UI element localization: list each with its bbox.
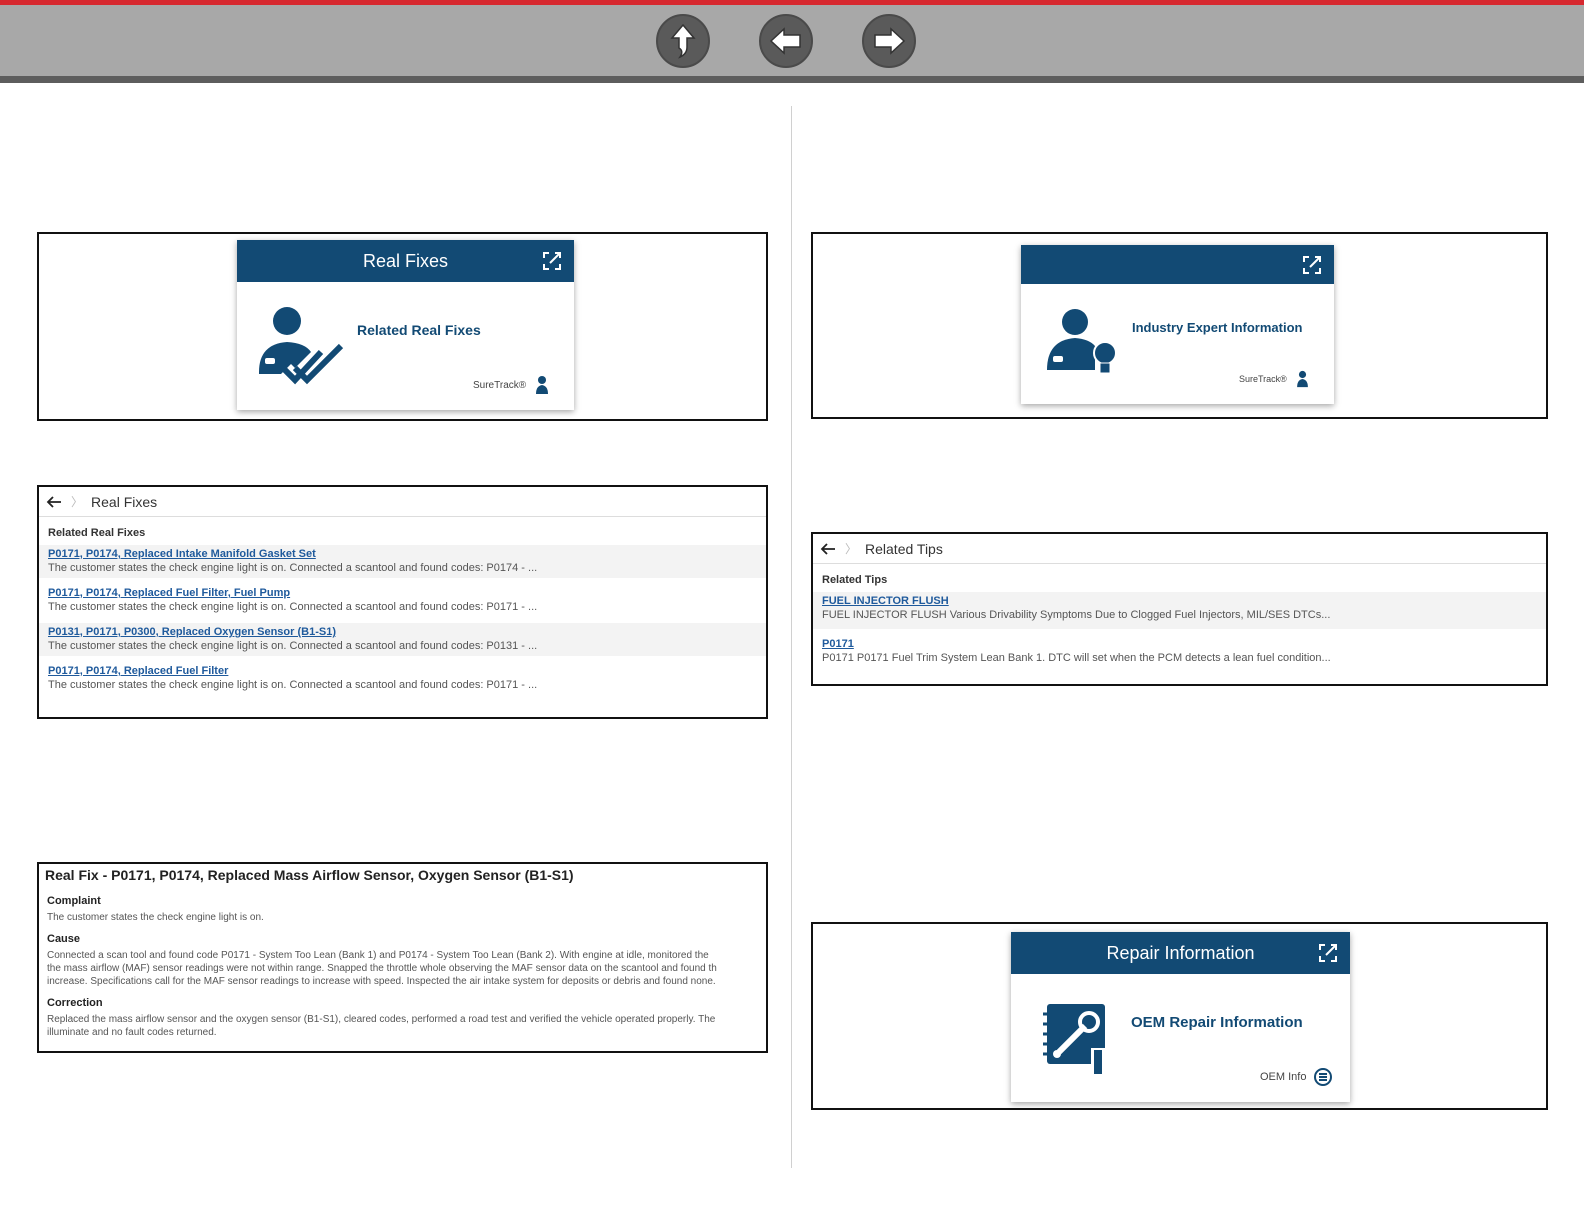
up-arrow-icon xyxy=(670,23,696,59)
suretrack-icon xyxy=(536,376,549,394)
back-arrow-icon[interactable] xyxy=(45,495,63,509)
repair-card-heading: Repair Information xyxy=(1106,942,1255,963)
repair-manual-icon xyxy=(1043,1004,1105,1076)
suretrack-label: SureTrack® xyxy=(1239,374,1287,384)
back-arrow-icon[interactable] xyxy=(819,542,837,556)
cause-text-line-1: Connected a scan tool and found code P01… xyxy=(47,950,709,961)
real-fix-link[interactable]: P0171, P0174, Replaced Fuel Filter xyxy=(48,665,757,677)
breadcrumb-separator-icon: 〉 xyxy=(845,542,858,556)
real-fixes-card-frame: Real Fixes Related Real Fixes SureTrack® xyxy=(37,232,768,421)
list-item: P0171, P0174, Replaced Intake Manifold G… xyxy=(39,545,766,578)
repair-card-footer: OEM Info xyxy=(1260,1068,1333,1086)
tip-link[interactable]: FUEL INJECTOR FLUSH xyxy=(822,595,1537,607)
real-fix-title: Real Fix - P0171, P0174, Replaced Mass A… xyxy=(45,867,574,883)
tip-link[interactable]: P0171 xyxy=(822,638,1537,650)
technician-checkmark-icon xyxy=(259,307,344,385)
section-heading: Related Real Fixes xyxy=(48,527,146,539)
expert-card-frame: Industry Expert Information SureTrack® xyxy=(811,232,1548,419)
right-arrow-icon xyxy=(874,27,906,55)
tip-description: P0171 P0171 Fuel Trim System Lean Bank 1… xyxy=(822,652,1331,664)
list-item: P0171, P0174, Replaced Fuel Filter The c… xyxy=(39,662,766,695)
repair-card-frame: Repair Information OEM Repair Informatio… xyxy=(811,922,1548,1110)
cause-text-line-3: increase. Specifications call for the MA… xyxy=(47,976,716,987)
column-divider xyxy=(791,106,792,1168)
tips-list-frame: 〉 Related Tips Related Tips FUEL INJECTO… xyxy=(811,532,1548,686)
breadcrumb-separator-icon: 〉 xyxy=(71,495,84,509)
oem-info-label: OEM Info xyxy=(1260,1071,1307,1083)
suretrack-icon xyxy=(1296,370,1308,388)
real-fix-description: The customer states the check engine lig… xyxy=(48,679,538,691)
real-fix-link[interactable]: P0131, P0171, P0300, Replaced Oxygen Sen… xyxy=(48,626,757,638)
correction-heading: Correction xyxy=(47,997,103,1009)
industry-expert-card[interactable]: Industry Expert Information SureTrack® xyxy=(1021,245,1334,404)
repair-information-card[interactable]: Repair Information OEM Repair Informatio… xyxy=(1011,932,1350,1102)
real-fixes-card-footer: SureTrack® xyxy=(473,375,550,395)
repair-card-header: Repair Information xyxy=(1011,932,1350,974)
real-fix-detail-frame: Real Fix - P0171, P0174, Replaced Mass A… xyxy=(37,862,768,1053)
correction-text-line-2: illuminate and no fault codes returned. xyxy=(47,1027,217,1038)
expand-icon[interactable] xyxy=(1302,255,1322,275)
list-item: FUEL INJECTOR FLUSH FUEL INJECTOR FLUSH … xyxy=(813,592,1546,629)
top-nav-bar xyxy=(0,0,1584,83)
real-fix-description: The customer states the check engine lig… xyxy=(48,640,538,652)
top-bar-bottom-line xyxy=(0,76,1584,83)
left-arrow-icon xyxy=(769,27,801,55)
real-fixes-card-header: Real Fixes xyxy=(237,240,574,282)
breadcrumb: 〉 Related Tips xyxy=(813,534,1546,564)
list-item: P0171 P0171 P0171 Fuel Trim System Lean … xyxy=(813,635,1546,668)
expand-icon[interactable] xyxy=(1318,943,1338,963)
correction-text-line-1: Replaced the mass airflow sensor and the… xyxy=(47,1014,716,1025)
real-fix-link[interactable]: P0171, P0174, Replaced Fuel Filter, Fuel… xyxy=(48,587,757,599)
real-fixes-card-title: Related Real Fixes xyxy=(357,322,481,338)
home-button[interactable] xyxy=(656,14,710,68)
breadcrumb-label: Real Fixes xyxy=(91,493,158,510)
tip-description: FUEL INJECTOR FLUSH Various Drivability … xyxy=(822,609,1331,621)
real-fix-link[interactable]: P0171, P0174, Replaced Intake Manifold G… xyxy=(48,548,757,560)
top-accent-line xyxy=(0,0,1584,5)
complaint-text: The customer states the check engine lig… xyxy=(47,912,264,923)
real-fix-description: The customer states the check engine lig… xyxy=(48,601,538,613)
real-fix-description: The customer states the check engine lig… xyxy=(48,562,538,574)
cause-text-line-2: the mass airflow (MAF) sensor readings w… xyxy=(47,963,717,974)
real-fixes-card[interactable]: Real Fixes Related Real Fixes SureTrack® xyxy=(237,240,574,410)
breadcrumb-label: Related Tips xyxy=(865,540,943,557)
list-item: P0171, P0174, Replaced Fuel Filter, Fuel… xyxy=(39,584,766,617)
list-item: P0131, P0171, P0300, Replaced Oxygen Sen… xyxy=(39,623,766,656)
expert-lightbulb-icon xyxy=(1047,309,1117,374)
real-fixes-card-heading: Real Fixes xyxy=(362,250,449,271)
expand-icon[interactable] xyxy=(542,251,562,271)
forward-button[interactable] xyxy=(862,14,916,68)
expert-card-header xyxy=(1021,245,1334,284)
cause-heading: Cause xyxy=(47,933,81,945)
suretrack-label: SureTrack® xyxy=(473,379,527,391)
back-button[interactable] xyxy=(759,14,813,68)
repair-card-title: OEM Repair Information xyxy=(1131,1014,1303,1031)
real-fixes-list-frame: 〉 Real Fixes Related Real Fixes P0171, P… xyxy=(37,485,768,719)
breadcrumb: 〉 Real Fixes xyxy=(39,487,766,517)
complaint-heading: Complaint xyxy=(47,895,101,907)
expert-card-footer: SureTrack® xyxy=(1239,370,1310,388)
oem-info-icon xyxy=(1314,1068,1333,1086)
section-heading: Related Tips xyxy=(822,574,888,586)
expert-card-title: Industry Expert Information xyxy=(1132,320,1303,335)
